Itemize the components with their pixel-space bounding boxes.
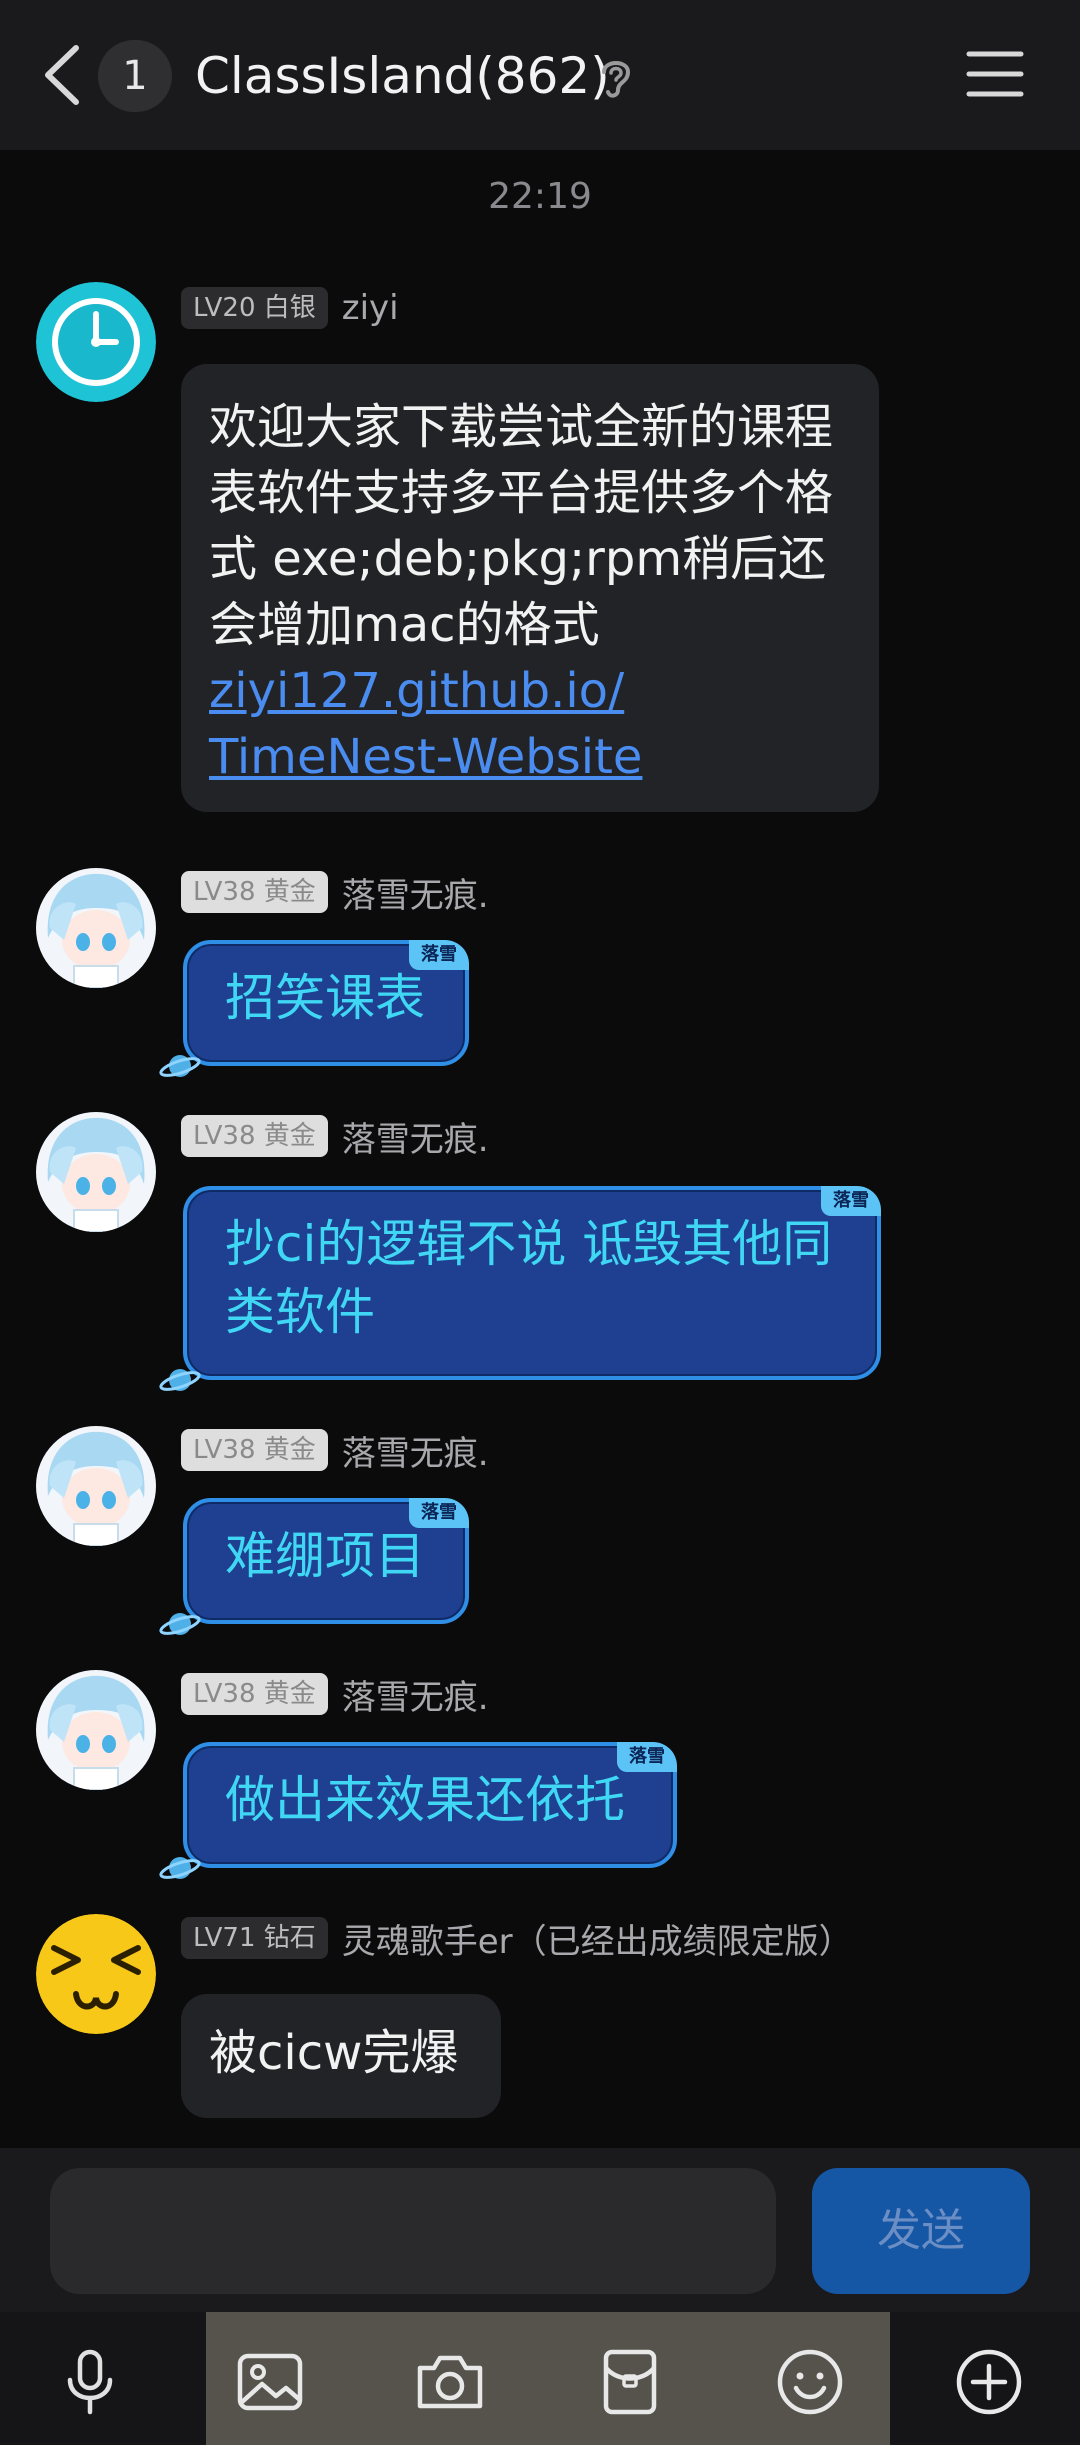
sender-name[interactable]: 落雪无痕. [342,868,489,917]
input-toolbar [0,2312,1080,2445]
sender-name[interactable]: ziyi [342,288,399,328]
planet-icon [159,1857,201,1879]
anime-avatar-icon [36,1426,156,1546]
message-meta: LV38 黄金 落雪无痕. [181,1112,489,1161]
bubble-tag: 落雪 [409,1498,469,1528]
message-text: 抄ci的逻辑不说 诋毁其他同类软件 [225,1215,833,1341]
image-icon[interactable] [234,2346,306,2418]
message-meta: LV71 钻石 灵魂歌手er（已经出成绩限定版） [181,1914,853,1963]
message-meta: LV20 白银 ziyi [181,286,399,330]
anime-avatar-icon [36,1112,156,1232]
message-text: 做出来效果还依托 [225,1771,625,1829]
planet-icon [159,1369,201,1391]
level-badge: LV38 黄金 [181,1673,328,1715]
laughing-face-avatar-icon [36,1914,156,2034]
back-arrow-icon[interactable] [40,42,84,108]
planet-icon [159,1613,201,1635]
plus-icon[interactable] [953,2346,1025,2418]
level-badge: LV71 钻石 [181,1917,328,1959]
message-text: 难绷项目 [225,1527,425,1585]
menu-icon[interactable] [966,48,1024,100]
chat-header: 1 ClassIsland(862) [0,0,1080,150]
avatar-luoxue[interactable] [36,1426,156,1546]
bubble-tag: 落雪 [617,1742,677,1772]
bubble-tag: 落雪 [409,940,469,970]
camera-icon[interactable] [414,2346,486,2418]
avatar-luoxue[interactable] [36,1112,156,1232]
avatar-ziyi[interactable] [36,282,156,402]
anime-avatar-icon [36,1670,156,1790]
message-bubble[interactable]: 落雪 抄ci的逻辑不说 诋毁其他同类软件 [183,1186,881,1380]
message-text: 招笑课表 [225,969,425,1027]
message-bubble[interactable]: 落雪 做出来效果还依托 [183,1742,677,1868]
message-bubble[interactable]: 落雪 难绷项目 [183,1498,469,1624]
group-title[interactable]: ClassIsland(862) [195,40,610,112]
avatar-luoxue[interactable] [36,1670,156,1790]
ear-icon[interactable] [596,54,636,100]
message-text: 被cicw完爆 [209,2025,459,2081]
sender-name[interactable]: 落雪无痕. [342,1112,489,1161]
clock-avatar-icon [36,282,156,402]
message-link[interactable]: ziyi127.github.io/TimeNest-Website [209,658,851,790]
message-input[interactable] [50,2168,776,2294]
level-badge: LV38 黄金 [181,1429,328,1471]
avatar-luoxue[interactable] [36,868,156,988]
message-bubble[interactable]: 被cicw完爆 [181,1994,501,2118]
level-badge: LV20 白银 [181,287,328,329]
unread-count-badge[interactable]: 1 [98,40,172,112]
red-packet-icon[interactable] [594,2346,666,2418]
planet-icon [159,1055,201,1077]
avatar-linghun[interactable] [36,1914,156,2034]
level-badge: LV38 黄金 [181,1115,328,1157]
message-meta: LV38 黄金 落雪无痕. [181,1670,489,1719]
emoji-icon[interactable] [774,2346,846,2418]
anime-avatar-icon [36,868,156,988]
level-badge: LV38 黄金 [181,871,328,913]
microphone-icon[interactable] [54,2346,126,2418]
message-text: 欢迎大家下载尝试全新的课程表软件支持多平台提供多个格式 exe;deb;pkg;… [209,399,834,653]
message-bubble[interactable]: 欢迎大家下载尝试全新的课程表软件支持多平台提供多个格式 exe;deb;pkg;… [181,364,879,812]
message-timestamp: 22:19 [488,176,592,217]
message-meta: LV38 黄金 落雪无痕. [181,1426,489,1475]
send-button[interactable]: 发送 [812,2168,1030,2294]
sender-name[interactable]: 灵魂歌手er（已经出成绩限定版） [342,1914,853,1963]
message-input-bar: 发送 [0,2148,1080,2312]
message-meta: LV38 黄金 落雪无痕. [181,868,489,917]
sender-name[interactable]: 落雪无痕. [342,1670,489,1719]
message-bubble[interactable]: 落雪 招笑课表 [183,940,469,1066]
bubble-tag: 落雪 [821,1186,881,1216]
sender-name[interactable]: 落雪无痕. [342,1426,489,1475]
